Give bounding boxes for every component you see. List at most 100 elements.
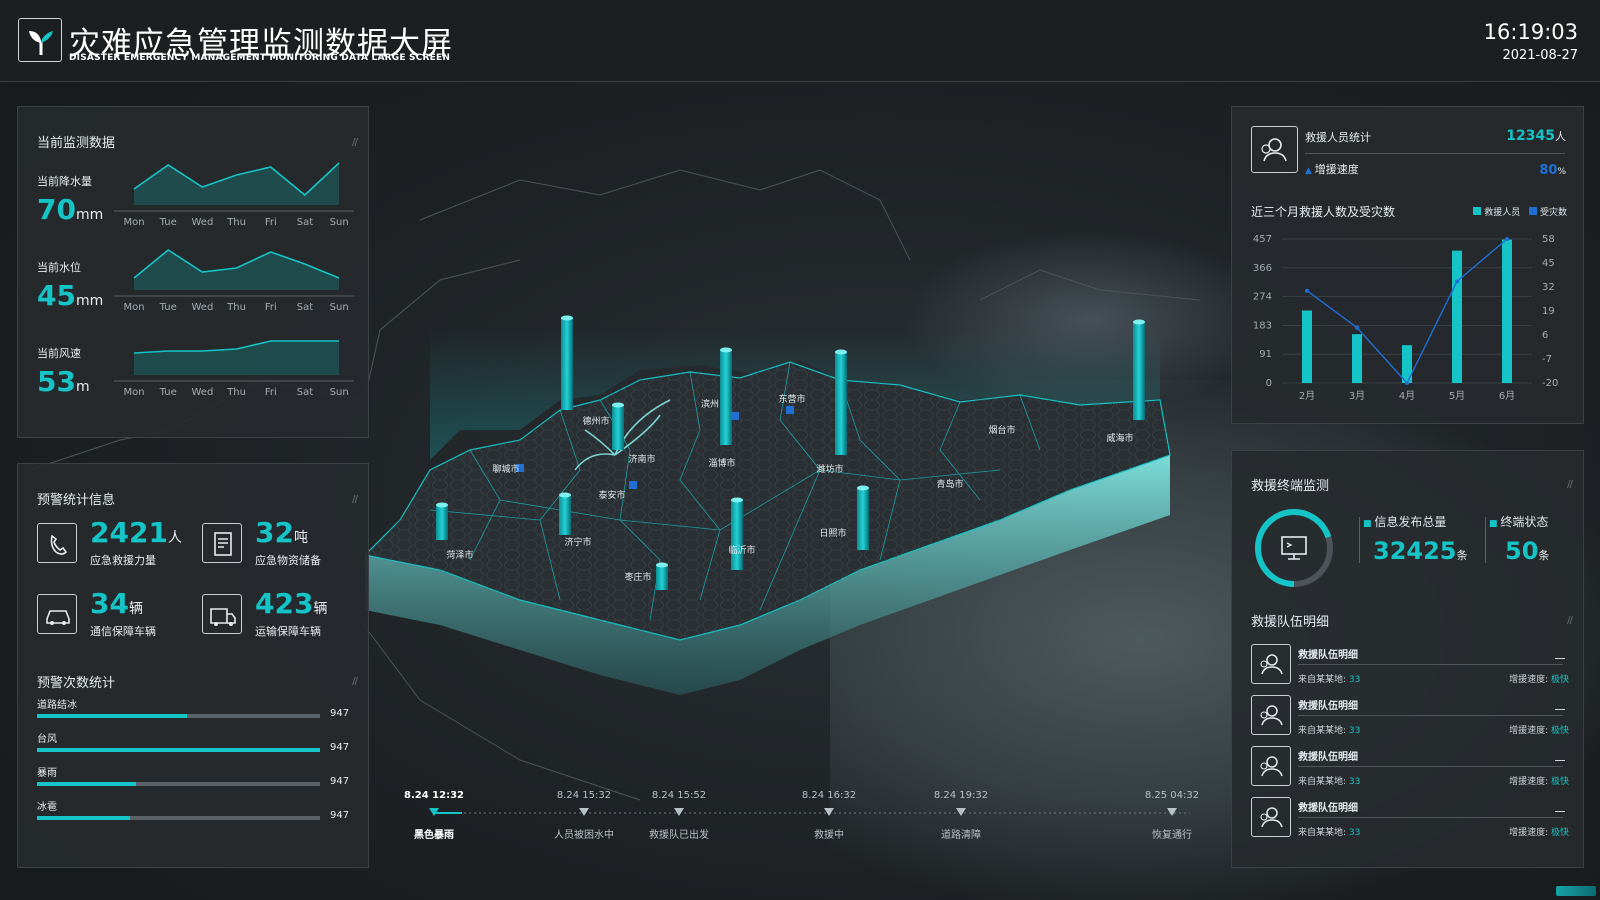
stat-value-rescue-force: 2421人 [90,516,182,549]
data-pillar-cap [720,347,732,353]
bar-rescue [1302,310,1312,383]
warning-count-label: 台风 [37,734,57,745]
city-label[interactable]: 济南市 [628,453,655,465]
monitor-value-water: 45mm [37,279,104,312]
city-label[interactable]: 潍坊市 [816,463,843,475]
data-pillar [612,405,624,450]
stat-label-rescue-force: 应急救援力量 [90,554,156,567]
day-tick-label: Sat [297,217,313,228]
timeline-marker-icon[interactable] [579,808,589,816]
clock-time: 16:19:03 [1483,20,1578,44]
day-tick-label: Fri [265,387,277,398]
blue-marker [786,406,794,414]
data-pillar [656,565,668,590]
corner-watermark-icon [1556,886,1596,896]
legend-swatch-rescue [1473,207,1482,215]
team-origin: 来自某某地: 33 [1298,675,1361,685]
city-label[interactable]: 滨州 [701,398,719,410]
team-row[interactable]: 救援队伍明细 来自某某地: 33 增援速度: 极快 [1251,695,1569,741]
monitor-label-wind: 当前风速 [37,347,81,360]
category-tick: 2月 [1299,390,1315,402]
team-person-icon [1251,746,1291,786]
category-tick: 5月 [1449,390,1465,402]
stat-value-supplies: 32吨 [255,516,308,549]
event-timeline[interactable]: 8.24 12:32 黑色暴雨 8.24 15:32 人员被困水中 8.24 15:52… [404,790,1199,841]
info-total-label: ■ 信息发布总量 [1363,515,1447,529]
info-total-value: 32425条 [1373,537,1468,565]
team-row-dash [1555,658,1565,659]
timeline-marker-icon[interactable] [1167,808,1177,816]
day-tick-label: Mon [123,302,144,313]
timeline-time: 8.24 15:52 [652,790,706,801]
city-label[interactable]: 日照市 [819,527,846,539]
day-tick-label: Sun [330,302,349,313]
terminal-status-label: ■ 终端状态 [1489,515,1549,529]
team-origin: 来自某某地: 33 [1298,726,1361,736]
team-name: 救援队伍明细 [1298,701,1358,712]
timeline-marker-icon[interactable] [956,808,966,816]
timeline-event-label[interactable]: 道路清障 [941,828,981,841]
stat-label-comm-vehicles: 通信保障车辆 [90,625,156,638]
stat-label-supplies: 应急物资储备 [255,554,321,567]
timeline-marker-icon[interactable] [824,808,834,816]
city-label[interactable]: 青岛市 [936,478,963,490]
timeline-event-label[interactable]: 救援队已出发 [649,828,709,841]
team-row-dash [1555,760,1565,761]
rescue-speed-label: ▲ 增援速度 [1305,163,1359,176]
monitor-value-wind: 53m [37,365,90,398]
day-tick-label: Wed [191,217,213,228]
right-axis-tick: -20 [1542,378,1558,389]
left-axis-tick: 91 [1259,349,1272,360]
team-speed: 增援速度: 极快 [1509,828,1569,838]
city-label[interactable]: 菏泽市 [446,549,473,561]
timeline-event-label[interactable]: 救援中 [814,828,844,841]
team-row-divider [1298,817,1563,818]
panel-corner-mark: / / [352,676,358,687]
timeline-time: 8.24 19:32 [934,790,988,801]
team-row[interactable]: 救援队伍明细 来自某某地: 33 增援速度: 极快 [1251,644,1569,690]
city-label[interactable]: 聊城市 [492,463,519,475]
team-row-divider [1298,715,1563,716]
team-row[interactable]: 救援队伍明细 来自某某地: 33 增援速度: 极快 [1251,797,1569,843]
team-row[interactable]: 救援队伍明细 来自某某地: 33 增援速度: 极快 [1251,746,1569,792]
city-label[interactable]: 临沂市 [728,544,755,556]
day-tick-label: Thu [226,387,246,398]
team-origin: 来自某某地: 33 [1298,828,1361,838]
city-label[interactable]: 泰安市 [598,489,625,501]
timeline-event-label[interactable]: 黑色暴雨 [414,828,454,841]
city-label[interactable]: 枣庄市 [624,571,651,583]
warning-panel: 预警统计信息 / / 2421人 应急救援力量 32吨 应急物资储备 34辆 通… [17,463,369,868]
team-speed: 增援速度: 极快 [1509,726,1569,736]
terminal-divider-2 [1485,517,1486,563]
timeline-event-label[interactable]: 恢复通行 [1152,828,1192,841]
day-tick-label: Sat [297,387,313,398]
day-tick-label: Mon [123,387,144,398]
city-label[interactable]: 烟台市 [988,424,1015,436]
team-name: 救援队伍明细 [1298,752,1358,763]
city-label[interactable]: 东营市 [778,393,805,405]
warning-count-value: 947 [330,810,350,821]
left-axis-tick: 457 [1253,234,1272,245]
right-axis-tick: 6 [1542,330,1548,341]
bar-rescue [1352,334,1362,383]
day-tick-label: Fri [265,302,277,313]
data-pillar-cap [731,497,743,503]
terminal-status-value: 50条 [1505,537,1550,565]
timeline-event-label[interactable]: 人员被困水中 [554,828,614,841]
day-tick-label: Mon [123,217,144,228]
right-axis-tick: 45 [1542,258,1555,269]
rescue-speed-value: 80% [1539,163,1566,178]
panel-corner-mark: / / [352,494,358,505]
monitor-screen-icon [1276,531,1312,569]
city-label[interactable]: 德州市 [582,415,609,427]
panel-corner-mark: / / [1567,615,1573,626]
city-label[interactable]: 淄博市 [708,457,735,469]
warning-count-track [37,714,320,718]
warning-count-track [37,748,320,752]
city-label[interactable]: 威海市 [1106,432,1133,444]
dashboard-screen: 德州市聊城市 济南市泰安市 滨州 东营市淄博市潍坊市 烟台市威海市青岛市日照市临沂市枣庄… [0,0,1600,900]
data-pillar-cap [857,485,869,491]
timeline-marker-icon[interactable] [674,808,684,816]
city-label[interactable]: 济宁市 [564,536,591,548]
document-icon [202,523,242,563]
